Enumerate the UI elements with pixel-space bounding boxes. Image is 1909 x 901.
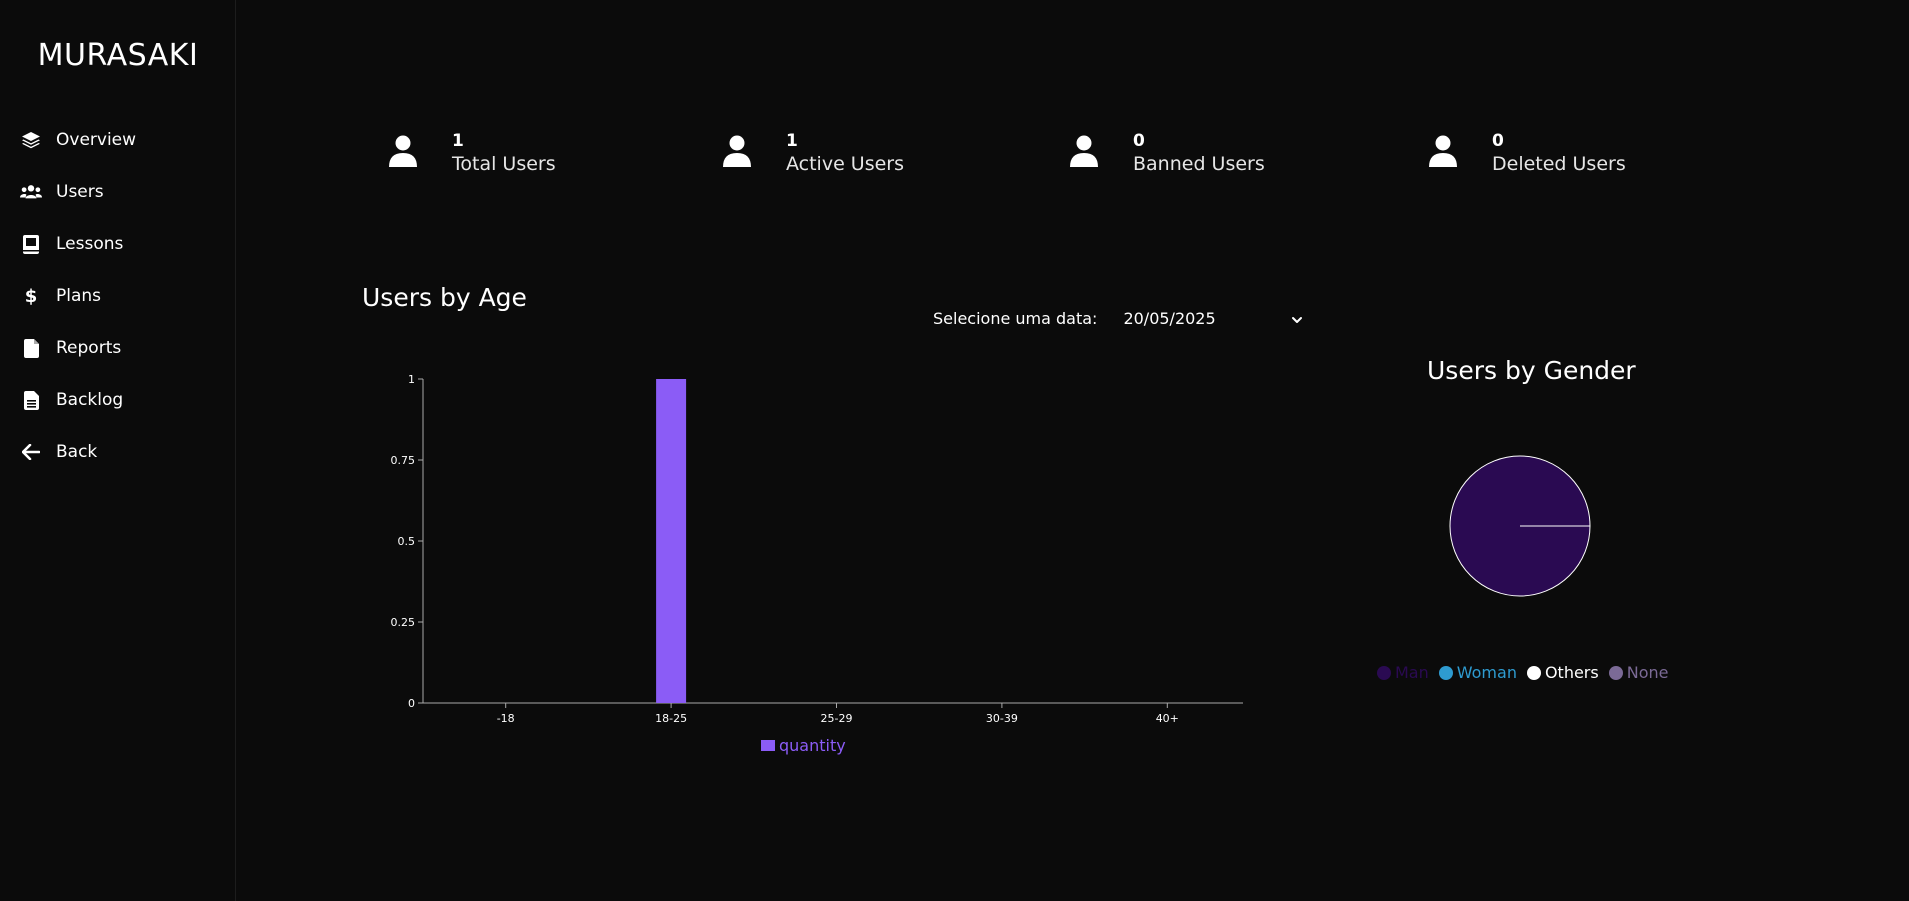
sidebar-item-label: Reports bbox=[56, 338, 122, 358]
arrow-left-icon bbox=[20, 441, 42, 463]
y-tick-label: 0 bbox=[408, 697, 415, 710]
gender-pie-chart bbox=[1449, 455, 1591, 597]
legend-item-none[interactable]: None bbox=[1608, 663, 1669, 682]
stat-active-users: 1 Active Users bbox=[722, 130, 904, 176]
legend-dot bbox=[1438, 665, 1453, 680]
book-icon bbox=[20, 233, 42, 255]
x-tick-label: 40+ bbox=[1156, 712, 1179, 725]
legend-label: Man bbox=[1395, 663, 1429, 682]
legend-item-others[interactable]: Others bbox=[1526, 663, 1599, 682]
sidebar-item-label: Users bbox=[56, 182, 104, 202]
sidebar-item-reports[interactable]: Reports bbox=[0, 322, 236, 374]
age-bar-chart: 0 0.25 0.5 0.75 1 -18 18-25 25-29 30-39 40+ bbox=[391, 373, 1243, 725]
legend-dot bbox=[1526, 665, 1541, 680]
legend-item-man[interactable]: Man bbox=[1377, 663, 1429, 682]
users-icon bbox=[20, 181, 42, 203]
date-select-value: 20/05/2025 bbox=[1123, 309, 1216, 328]
chevron-down-icon bbox=[1291, 309, 1303, 328]
stat-value: 1 bbox=[452, 131, 464, 151]
user-icon bbox=[388, 134, 418, 170]
legend-label: quantity bbox=[779, 736, 846, 755]
sidebar-item-backlog[interactable]: Backlog bbox=[0, 374, 236, 426]
stat-value: 1 bbox=[786, 131, 798, 151]
x-tick-label: 18-25 bbox=[655, 712, 687, 725]
sidebar-item-plans[interactable]: $ Plans bbox=[0, 270, 236, 322]
stat-deleted-users: 0 Deleted Users bbox=[1428, 130, 1626, 176]
legend-item-woman[interactable]: Woman bbox=[1438, 663, 1517, 682]
stat-label: Banned Users bbox=[1133, 153, 1265, 175]
sidebar-item-label: Plans bbox=[56, 286, 102, 306]
stat-label: Total Users bbox=[452, 153, 556, 175]
date-select[interactable]: 20/05/2025 bbox=[1123, 309, 1303, 328]
sidebar-item-back[interactable]: Back bbox=[0, 426, 236, 478]
sidebar-item-overview[interactable]: Overview bbox=[0, 114, 236, 166]
svg-text:$: $ bbox=[25, 286, 37, 306]
legend-dot bbox=[1608, 665, 1623, 680]
brand-logo: MURASAKI bbox=[37, 38, 199, 73]
sidebar-item-label: Overview bbox=[56, 130, 137, 150]
bar bbox=[656, 379, 687, 703]
y-tick-label: 1 bbox=[408, 373, 415, 386]
legend-label: None bbox=[1626, 663, 1669, 682]
y-tick-label: 0.75 bbox=[391, 454, 416, 467]
pie-legend: Man Woman Others None bbox=[1377, 663, 1678, 682]
layers-icon bbox=[20, 129, 42, 151]
stat-value: 0 bbox=[1492, 131, 1504, 151]
sidebar-item-label: Back bbox=[56, 442, 98, 462]
legend-label: Others bbox=[1544, 663, 1599, 682]
x-tick-label: -18 bbox=[497, 712, 515, 725]
sidebar-item-label: Backlog bbox=[56, 390, 124, 410]
sidebar-nav: Overview Users Lessons $ Plans Reports B… bbox=[0, 114, 236, 478]
date-picker: Selecione uma data: 20/05/2025 bbox=[933, 309, 1303, 328]
x-tick-label: 30-39 bbox=[986, 712, 1018, 725]
legend-swatch bbox=[761, 740, 775, 751]
y-tick-label: 0.5 bbox=[398, 535, 416, 548]
dollar-icon: $ bbox=[20, 285, 42, 307]
file-text-icon bbox=[20, 389, 42, 411]
file-icon bbox=[20, 337, 42, 359]
sidebar: MURASAKI Overview Users Lessons $ Plans bbox=[0, 0, 236, 901]
stat-label: Deleted Users bbox=[1492, 153, 1626, 175]
y-tick-label: 0.25 bbox=[391, 616, 416, 629]
sidebar-item-label: Lessons bbox=[56, 234, 124, 254]
stat-label: Active Users bbox=[786, 153, 905, 175]
x-tick-label: 25-29 bbox=[821, 712, 853, 725]
sidebar-item-users[interactable]: Users bbox=[0, 166, 236, 218]
date-picker-label: Selecione uma data: bbox=[933, 309, 1098, 328]
user-icon bbox=[1069, 134, 1099, 170]
user-icon bbox=[1428, 134, 1458, 170]
stat-banned-users: 0 Banned Users bbox=[1069, 130, 1265, 176]
user-icon bbox=[722, 134, 752, 170]
age-chart-title: Users by Age bbox=[362, 283, 527, 312]
stat-total-users: 1 Total Users bbox=[388, 130, 556, 176]
sidebar-item-lessons[interactable]: Lessons bbox=[0, 218, 236, 270]
stat-value: 0 bbox=[1133, 131, 1145, 151]
legend-label: Woman bbox=[1456, 663, 1517, 682]
gender-chart-title: Users by Gender bbox=[1427, 356, 1636, 385]
bar-legend[interactable]: quantity bbox=[761, 736, 846, 755]
legend-dot bbox=[1377, 665, 1391, 680]
